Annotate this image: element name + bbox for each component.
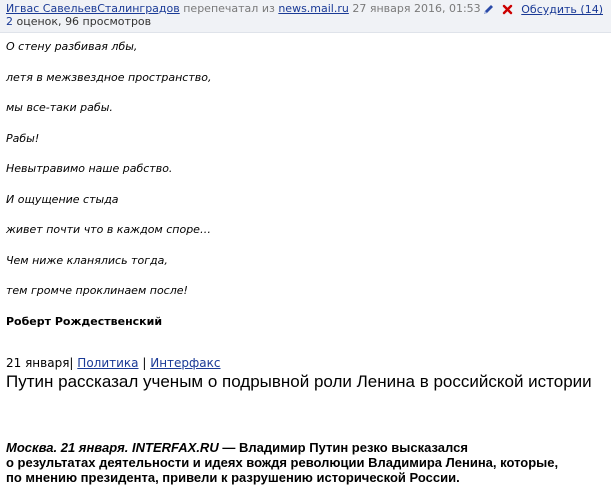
news-lead: Москва. 21 января. INTERFAX.RU — Владими… xyxy=(6,440,611,485)
poem-line: тем громче проклинаем после! xyxy=(6,284,188,297)
reposted-text: перепечатал из xyxy=(183,2,275,15)
category-link[interactable]: Политика xyxy=(77,356,138,370)
poem-line: живет почти что в каждом споре… xyxy=(6,223,211,236)
separator: | xyxy=(69,356,74,370)
discuss-link[interactable]: Обсудить (14) xyxy=(521,3,603,16)
poem-line: Чем ниже кланялись тогда, xyxy=(6,253,168,267)
source-link[interactable]: news.mail.ru xyxy=(278,2,349,15)
ratings-count: 2 xyxy=(6,15,13,28)
agency-link[interactable]: Интерфакс xyxy=(150,356,220,370)
separator: | xyxy=(142,356,147,370)
lead-text-2: о результатах деятельности и идеях вождя… xyxy=(6,455,559,470)
poem-line: мы все-таки рабы. xyxy=(6,101,113,114)
lead-text-1: — Владимир Путин резко высказался xyxy=(218,440,468,455)
poem-line: Невытравимо наше рабство. xyxy=(6,162,173,175)
poem-line: летя в межзвездное пространство, xyxy=(6,70,212,84)
post-stats: 2 оценок, 96 просмотров xyxy=(6,15,151,28)
news-date: 21 января xyxy=(6,356,70,370)
author-link[interactable]: Игвас СавельевСталинградов xyxy=(6,2,180,15)
news-meta: 21 января| Политика | Интерфакс xyxy=(6,356,221,370)
pencil-icon[interactable] xyxy=(483,4,494,15)
post-header: Игвас СавельевСталинградов перепечатал и… xyxy=(0,0,611,33)
views-count: 96 просмотров xyxy=(65,15,152,28)
poem: О стену разбивая лбы, летя в межзвездное… xyxy=(6,40,211,315)
poem-line: Рабы! xyxy=(6,131,40,145)
ratings-label: оценок, xyxy=(16,15,62,28)
news-headline: Путин рассказал ученым о подрывной роли … xyxy=(6,372,592,391)
poem-line: И ощущение стыда xyxy=(6,192,119,206)
post-actions: Обсудить (14) xyxy=(483,3,603,16)
poem-author: Роберт Рождественский xyxy=(6,315,163,328)
lead-text-3: по мнению президента, привели к разрушен… xyxy=(6,470,460,485)
poem-line: О стену разбивая лбы, xyxy=(6,40,138,53)
post-date: 27 января 2016, 01:53 xyxy=(352,2,481,15)
delete-x-icon[interactable] xyxy=(502,4,513,15)
post-meta: Игвас СавельевСталинградов перепечатал и… xyxy=(6,2,481,15)
lead-dateline: Москва. 21 января. INTERFAX.RU xyxy=(6,440,219,455)
